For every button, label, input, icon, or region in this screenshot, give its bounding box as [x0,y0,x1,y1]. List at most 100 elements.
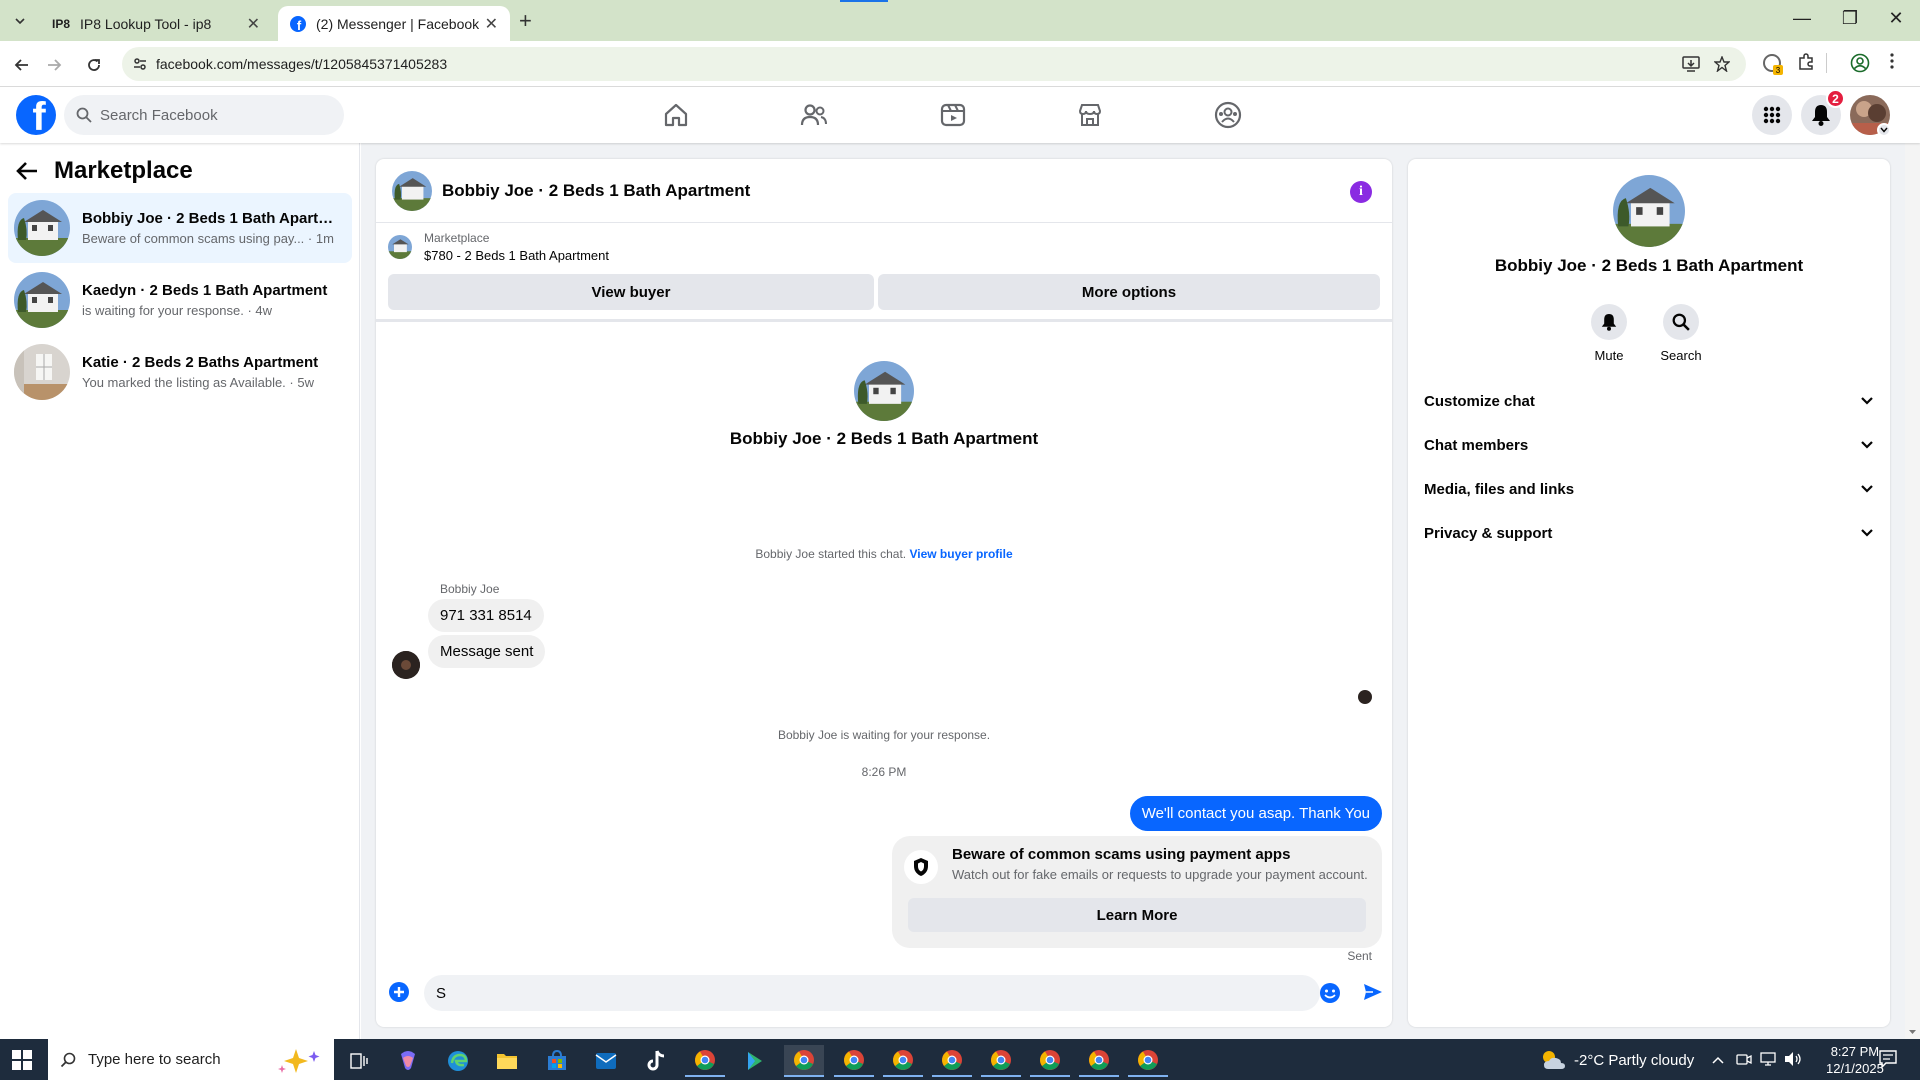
install-app-icon[interactable] [1682,56,1700,72]
page-scrollbar[interactable] [1905,87,1920,1039]
back-arrow-icon[interactable] [16,161,38,181]
site-settings-icon[interactable] [132,56,148,72]
view-buyer-profile-link[interactable]: View buyer profile [909,547,1012,561]
taskbar-chrome[interactable] [883,1045,923,1077]
message-field[interactable] [424,975,1320,1011]
conversation-item[interactable]: Bobbiy Joe · 2 Beds 1 Bath Apartm... Bew… [8,193,352,263]
tab-search-button[interactable] [8,10,32,32]
weather-widget[interactable]: -2°C Partly cloudy [1540,1049,1694,1071]
forward-button[interactable] [40,51,68,79]
listing-description[interactable]: $780 - 2 Beds 1 Bath Apartment [424,248,609,263]
incoming-message[interactable]: Message sent [428,635,546,668]
nav-home[interactable] [660,99,692,131]
more-options-button[interactable]: More options [878,274,1380,310]
back-button[interactable] [8,51,36,79]
nav-video[interactable] [937,99,969,131]
more-actions-button[interactable] [388,981,410,1003]
taskbar-media-app[interactable] [735,1045,775,1077]
facebook-search-input[interactable] [100,106,320,124]
view-buyer-button[interactable]: View buyer [388,274,874,310]
outgoing-message[interactable]: We'll contact you asap. Thank You [1129,796,1382,831]
taskbar-chrome[interactable] [1030,1045,1070,1077]
conversation-preview: Beware of common scams using pay... · 1m [82,231,334,246]
nav-friends[interactable] [798,99,830,131]
nav-marketplace[interactable] [1074,99,1106,131]
url-text: facebook.com/messages/t/1205845371405283 [156,56,448,72]
minimize-button[interactable]: — [1782,8,1822,29]
conversation-item[interactable]: Katie · 2 Beds 2 Baths Apartment You mar… [8,337,352,407]
learn-more-button[interactable]: Learn More [908,898,1366,932]
mute-button[interactable]: Mute [1579,304,1639,363]
close-tab-icon[interactable]: ✕ [247,14,260,34]
start-button[interactable] [12,1050,32,1070]
section-label: Privacy & support [1424,524,1553,542]
taskbar-chrome[interactable] [784,1045,824,1077]
taskbar-edge[interactable] [438,1045,478,1077]
groups-icon [1214,101,1242,129]
extension-shield-icon: 3 [1763,54,1783,75]
taskbar-search[interactable]: Type here to search [48,1039,334,1080]
close-window-button[interactable]: ✕ [1876,8,1916,29]
reload-button[interactable] [80,51,108,79]
bookmark-star-icon[interactable] [1714,56,1730,72]
incoming-message[interactable]: 971 331 8514 [428,599,544,632]
account-chevron[interactable] [1877,123,1891,137]
meet-now-icon[interactable] [1736,1051,1752,1067]
nav-groups[interactable] [1212,99,1244,131]
taskbar-outlook[interactable] [586,1045,626,1077]
house-photo-icon [392,170,432,211]
house-photo-icon [14,272,70,328]
network-icon[interactable] [1760,1051,1778,1067]
browser-menu-button[interactable] [1890,53,1894,69]
conversation-item[interactable]: Kaedyn · 2 Beds 1 Bath Apartment is wait… [8,265,352,335]
chat-started-text: Bobbiy Joe started this chat. [755,547,907,561]
restore-button[interactable]: ❐ [1830,8,1870,29]
ip8-favicon-icon: IP8 [52,16,71,31]
taskbar-chrome[interactable] [1079,1045,1119,1077]
facebook-logo-icon[interactable]: f [16,95,56,135]
facebook-search[interactable] [64,95,344,135]
section-chat-members[interactable]: Chat members [1424,423,1874,467]
waiting-notice: Bobbiy Joe is waiting for your response. [777,728,991,742]
volume-icon[interactable] [1784,1051,1802,1067]
profile-button[interactable] [1850,53,1870,73]
section-customize-chat[interactable]: Customize chat [1424,379,1874,423]
taskbar-chrome[interactable] [1128,1045,1168,1077]
chat-title[interactable]: Bobbiy Joe · 2 Beds 1 Bath Apartment [442,181,750,201]
taskbar-tiktok[interactable] [636,1045,676,1077]
taskbar-store[interactable] [537,1045,577,1077]
listing-mini-thumbnail [388,235,412,259]
search-icon [1672,313,1690,331]
details-avatar[interactable] [1613,175,1685,247]
url-bar[interactable]: facebook.com/messages/t/1205845371405283 [122,47,1746,81]
chat-header-thumbnail[interactable] [392,170,432,211]
info-icon[interactable]: i [1350,181,1372,203]
taskbar-copilot[interactable] [388,1045,428,1077]
taskbar-chrome[interactable] [932,1045,972,1077]
notification-center-button[interactable] [1878,1049,1898,1069]
menu-button[interactable] [1752,95,1792,135]
taskbar-chrome[interactable] [685,1045,725,1077]
emoji-button[interactable] [1319,982,1341,1004]
task-view-button[interactable] [339,1045,379,1077]
taskbar-chrome[interactable] [981,1045,1021,1077]
conversation-preview: is waiting for your response. · 4w [82,303,273,318]
tab-ip8[interactable]: IP8 IP8 Lookup Tool - ip8 ✕ [40,6,272,41]
tab-messenger[interactable]: f (2) Messenger | Facebook ✕ [278,6,510,41]
friends-icon [800,104,827,126]
system-clock[interactable]: 8:27 PM 12/1/2025 [1826,1043,1884,1077]
search-in-chat-button[interactable]: Search [1651,304,1711,363]
section-media-files-links[interactable]: Media, files and links [1424,467,1874,511]
extensions-puzzle-button[interactable] [1797,53,1815,71]
extension-button[interactable]: 3 [1762,53,1784,75]
taskbar-file-explorer[interactable] [487,1045,527,1077]
close-tab-icon[interactable]: ✕ [485,14,498,34]
section-privacy-support[interactable]: Privacy & support [1424,511,1874,555]
sender-avatar[interactable] [392,651,420,679]
send-button[interactable] [1362,981,1384,1003]
new-tab-button[interactable]: + [519,8,532,34]
show-hidden-icons[interactable] [1712,1051,1724,1064]
taskbar-chrome[interactable] [834,1045,874,1077]
message-input[interactable] [436,984,1256,1002]
scroll-down-icon[interactable] [1905,1027,1920,1037]
